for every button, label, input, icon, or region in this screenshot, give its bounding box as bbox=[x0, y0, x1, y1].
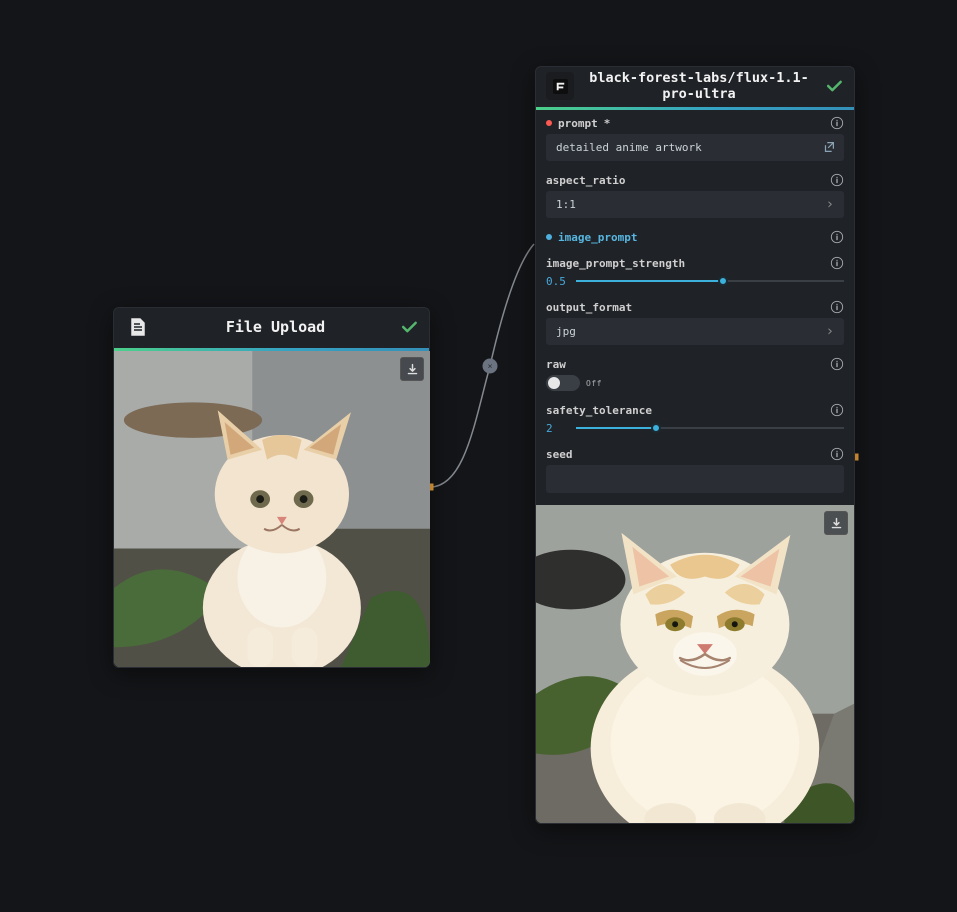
param-image-prompt: image_prompt bbox=[536, 224, 854, 250]
param-raw: raw Off bbox=[536, 351, 854, 397]
download-icon[interactable] bbox=[400, 357, 424, 381]
param-image-prompt-strength: image_prompt_strength 0.5 bbox=[536, 250, 854, 294]
image-prompt-strength-slider[interactable] bbox=[576, 274, 844, 288]
param-safety-tolerance: safety_tolerance 2 bbox=[536, 397, 854, 441]
output-format-select[interactable]: jpg bbox=[546, 318, 844, 345]
param-label: safety_tolerance bbox=[546, 404, 652, 417]
required-asterisk: * bbox=[604, 117, 611, 130]
prompt-value: detailed anime artwork bbox=[556, 141, 702, 154]
connected-dot-icon bbox=[546, 234, 552, 240]
node-title-bar[interactable]: File Upload bbox=[114, 308, 429, 348]
info-icon[interactable] bbox=[830, 256, 844, 270]
raw-toggle[interactable]: Off bbox=[546, 375, 844, 391]
safety-tolerance-slider[interactable] bbox=[576, 421, 844, 435]
param-aspect-ratio: aspect_ratio 1:1 bbox=[536, 167, 854, 224]
param-label: aspect_ratio bbox=[546, 174, 625, 187]
node-title-bar[interactable]: black-forest-labs/flux-1.1-pro-ultra bbox=[536, 67, 854, 107]
file-upload-node[interactable]: File Upload bbox=[113, 307, 430, 668]
model-node[interactable]: black-forest-labs/flux-1.1-pro-ultra pro… bbox=[535, 66, 855, 824]
param-label: image_prompt bbox=[558, 231, 637, 244]
info-icon[interactable] bbox=[830, 173, 844, 187]
param-label: raw bbox=[546, 358, 566, 371]
output-image-preview[interactable] bbox=[536, 505, 854, 823]
output-format-value: jpg bbox=[556, 325, 576, 338]
info-icon[interactable] bbox=[830, 230, 844, 244]
slider-value: 0.5 bbox=[546, 275, 568, 288]
toggle-state-text: Off bbox=[586, 379, 602, 388]
param-output-format: output_format jpg bbox=[536, 294, 854, 351]
external-link-icon[interactable] bbox=[822, 140, 836, 154]
info-icon[interactable] bbox=[830, 447, 844, 461]
info-icon[interactable] bbox=[830, 403, 844, 417]
param-label: seed bbox=[546, 448, 573, 461]
slider-value: 2 bbox=[546, 422, 568, 435]
node-title: black-forest-labs/flux-1.1-pro-ultra bbox=[574, 70, 824, 102]
status-check-icon bbox=[824, 76, 844, 96]
node-title: File Upload bbox=[152, 318, 399, 336]
aspect-ratio-value: 1:1 bbox=[556, 198, 576, 211]
info-icon[interactable] bbox=[830, 116, 844, 130]
prompt-input[interactable]: detailed anime artwork bbox=[546, 134, 844, 161]
uploaded-image-preview[interactable] bbox=[114, 351, 430, 667]
model-logo-icon bbox=[546, 72, 574, 100]
param-label: image_prompt_strength bbox=[546, 257, 685, 270]
info-icon[interactable] bbox=[830, 357, 844, 371]
seed-input[interactable] bbox=[546, 465, 844, 493]
aspect-ratio-select[interactable]: 1:1 bbox=[546, 191, 844, 218]
param-label: prompt bbox=[558, 117, 598, 130]
file-icon bbox=[124, 313, 152, 341]
download-icon[interactable] bbox=[824, 511, 848, 535]
connection-delete-button[interactable] bbox=[483, 359, 498, 374]
param-prompt: prompt * detailed anime artwork bbox=[536, 110, 854, 167]
status-check-icon bbox=[399, 317, 419, 337]
required-dot-icon bbox=[546, 120, 552, 126]
info-icon[interactable] bbox=[830, 300, 844, 314]
param-seed: seed bbox=[536, 441, 854, 505]
param-label: output_format bbox=[546, 301, 632, 314]
